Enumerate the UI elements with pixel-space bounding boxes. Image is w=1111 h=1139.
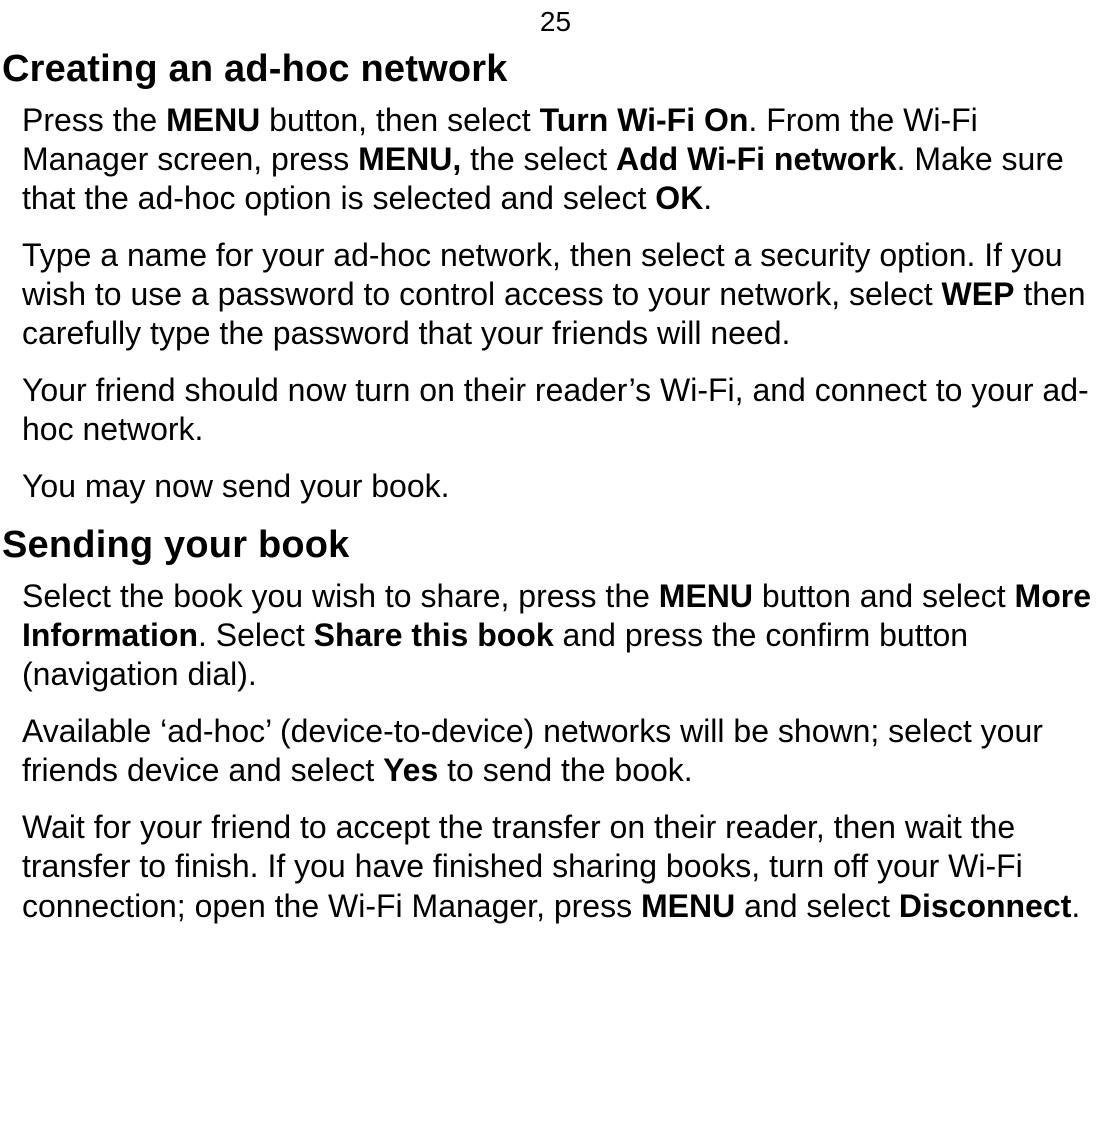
text-run: Press the <box>22 102 166 138</box>
body-paragraph: Select the book you wish to share, press… <box>0 577 1111 694</box>
bold-text: Yes <box>383 752 438 788</box>
text-run: button, then select <box>260 102 539 138</box>
bold-text: Turn Wi-Fi On <box>540 102 749 138</box>
bold-text: MENU <box>659 578 753 614</box>
bold-text: MENU <box>641 888 735 924</box>
text-run: . <box>703 180 712 216</box>
body-paragraph: Type a name for your ad-hoc network, the… <box>0 236 1111 353</box>
text-run: Type a name for your ad-hoc network, the… <box>22 237 1063 312</box>
text-run: button and select <box>753 578 1015 614</box>
text-run: to send the book. <box>438 752 692 788</box>
page-number: 25 <box>0 6 1111 38</box>
body-paragraph: Press the MENU button, then select Turn … <box>0 101 1111 218</box>
text-run: . <box>1071 888 1080 924</box>
section-heading: Sending your book <box>0 524 1111 567</box>
bold-text: Disconnect <box>899 888 1071 924</box>
document-page: 25 Creating an ad-hoc network Press the M… <box>0 6 1111 926</box>
text-run: the select <box>461 141 616 177</box>
text-run: You may now send your book. <box>22 468 450 504</box>
text-run: . Select <box>198 617 314 653</box>
text-run: Select the book you wish to share, press… <box>22 578 659 614</box>
body-paragraph: Wait for your friend to accept the trans… <box>0 808 1111 925</box>
bold-text: OK <box>655 180 703 216</box>
bold-text: MENU <box>166 102 260 138</box>
bold-text: Share this book <box>314 617 554 653</box>
section-heading: Creating an ad-hoc network <box>0 48 1111 91</box>
body-paragraph: Your friend should now turn on their rea… <box>0 371 1111 449</box>
bold-text: WEP <box>942 276 1015 312</box>
body-paragraph: Available ‘ad-hoc’ (device-to-device) ne… <box>0 712 1111 790</box>
text-run: and select <box>735 888 899 924</box>
bold-text: Add Wi-Fi network <box>616 141 897 177</box>
page-content: Creating an ad-hoc network Press the MENU… <box>0 48 1111 926</box>
text-run: Your friend should now turn on their rea… <box>22 372 1089 447</box>
body-paragraph: You may now send your book. <box>0 467 1111 506</box>
bold-text: MENU, <box>358 141 461 177</box>
